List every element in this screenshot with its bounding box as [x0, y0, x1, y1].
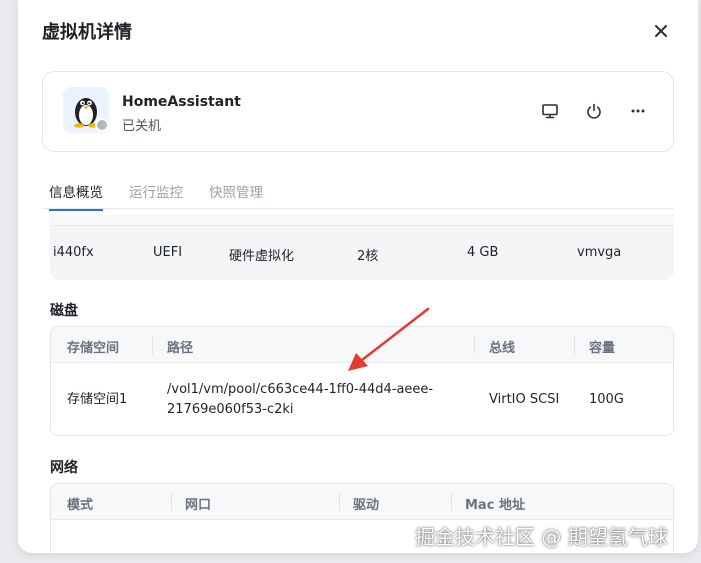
network-section-title: 网络	[50, 460, 78, 476]
vm-name: HomeAssistant	[122, 94, 241, 110]
disk-bus: VirtIO SCSI	[489, 392, 560, 407]
disk-size: 100G	[589, 392, 624, 407]
spec-firmware: UEFI	[153, 245, 183, 260]
disk-path-line1: /vol1/vm/pool/c663ce44-1ff0-44d4-aeee-	[167, 382, 434, 397]
tab-snapshots[interactable]: 快照管理	[209, 181, 263, 211]
col-port: 网口	[185, 498, 212, 513]
close-button[interactable]	[650, 20, 672, 42]
disk-section-title: 磁盘	[50, 303, 78, 319]
vm-summary-card: HomeAssistant 已关机	[42, 71, 674, 152]
more-icon	[631, 109, 645, 113]
detail-tabs: 信息概览 运行监控 快照管理	[42, 176, 674, 211]
close-icon	[655, 25, 667, 37]
col-bus: 总线	[489, 341, 516, 356]
spec-virtualization: 硬件虚拟化	[229, 249, 295, 264]
network-table-header: 模式 网口 驱动 Mac 地址	[51, 484, 673, 520]
disk-table: 存储空间 路径 总线 容量 存储空间1 /vol1/vm/pool/c663ce…	[50, 326, 674, 436]
spec-summary-row: i440fx UEFI 硬件虚拟化 2核 4 GB vmvga	[50, 215, 674, 280]
vm-state: 已关机	[122, 119, 162, 134]
power-icon	[587, 103, 601, 119]
disk-table-header: 存储空间 路径 总线 容量	[51, 327, 673, 363]
tab-overview[interactable]: 信息概览	[49, 181, 103, 211]
disk-storage-space: 存储空间1	[67, 392, 128, 407]
console-button[interactable]	[540, 101, 560, 121]
col-size: 容量	[589, 341, 616, 356]
spec-memory: 4 GB	[467, 245, 499, 260]
power-button[interactable]	[584, 101, 604, 121]
col-storage: 存储空间	[67, 341, 120, 356]
col-driver: 驱动	[353, 498, 380, 513]
col-mode: 模式	[67, 498, 94, 513]
disk-path-line2: 21769e060f53-c2ki	[167, 402, 294, 417]
more-button[interactable]	[628, 101, 648, 121]
watermark: 掘金技术社区 @ 期望氢气球	[415, 525, 668, 549]
vm-status-indicator	[95, 118, 109, 132]
vm-details-dialog: 虚拟机详情 HomeAssistant 已关机 信息概览 运行监控 快照管理 i…	[18, 0, 698, 553]
spec-cpu: 2核	[357, 249, 379, 264]
col-mac: Mac 地址	[465, 498, 525, 513]
col-path: 路径	[167, 341, 194, 356]
monitor-icon	[542, 104, 558, 119]
spec-chipset: i440fx	[53, 245, 94, 260]
dialog-title: 虚拟机详情	[42, 22, 132, 43]
tab-monitor[interactable]: 运行监控	[129, 181, 183, 211]
spec-display: vmvga	[577, 245, 622, 260]
